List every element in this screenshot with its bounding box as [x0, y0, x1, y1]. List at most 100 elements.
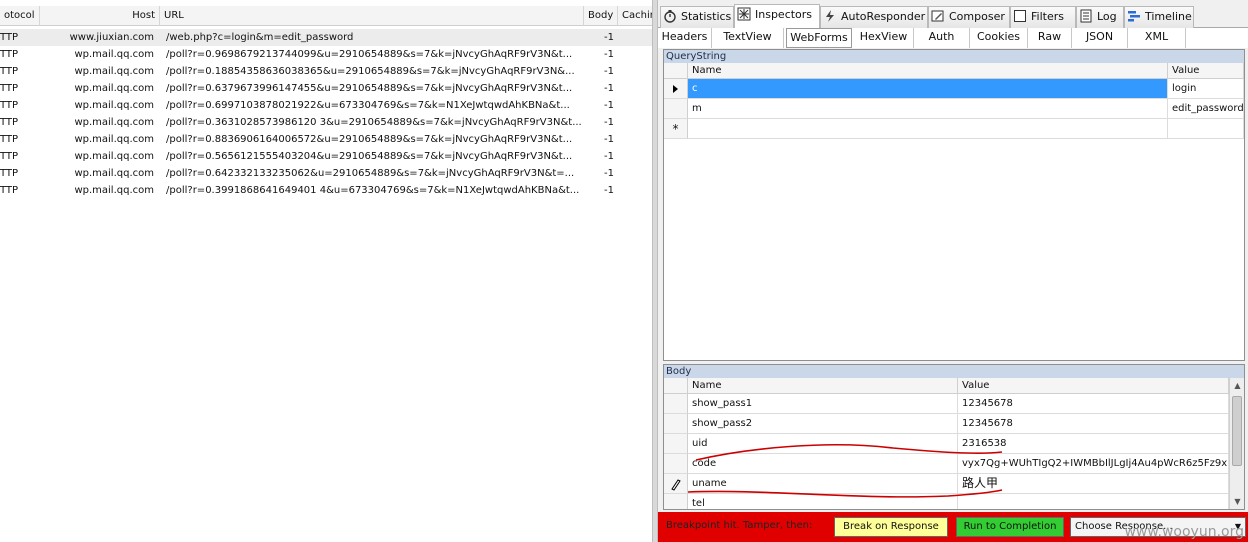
body-cell-name[interactable]: code [688, 454, 958, 474]
tab-autoresponder-label: AutoResponder [841, 10, 926, 23]
tab-timeline[interactable]: Timeline [1124, 6, 1194, 28]
body-row-header[interactable] [664, 454, 688, 474]
tab-autoresponder[interactable]: AutoResponder [820, 6, 928, 28]
body-row-header[interactable] [664, 414, 688, 434]
session-row[interactable]: TTP www.jiuxian.com/web.php?c=login&m=edi… [0, 29, 652, 46]
session-row[interactable]: TTP wp.mail.qq.com/poll?r=0.6997103878021… [0, 97, 652, 114]
body-cell-value[interactable]: vyx7Qg+WUhTIgQ2+IWMBbIlJLgIj4Au4pWcR6z5F… [958, 454, 1229, 474]
subtab-xml[interactable]: XML [1128, 28, 1186, 48]
col-host[interactable]: Host [40, 6, 160, 26]
session-row[interactable]: TTP wp.mail.qq.com/poll?r=0.5656121555403… [0, 148, 652, 165]
col-protocol[interactable]: otocol [0, 6, 40, 26]
col-url[interactable]: URL [160, 6, 584, 26]
session-row[interactable]: TTP wp.mail.qq.com/poll?r=0.6423321332350… [0, 165, 652, 182]
qs-row-header-current[interactable] [664, 79, 688, 99]
qs-cell-name[interactable]: m [688, 99, 1168, 119]
body-cell-value[interactable]: 路人甲 [958, 474, 1229, 494]
breakpoint-message: Breakpoint hit. Tamper, then: [666, 520, 813, 531]
scroll-thumb[interactable] [1232, 396, 1242, 466]
session-protocol: TTP [0, 134, 19, 145]
col-body[interactable]: Body [584, 6, 618, 26]
tab-inspectors[interactable]: Inspectors [734, 4, 820, 29]
tab-log[interactable]: Log [1076, 6, 1124, 28]
body-cell-name[interactable]: uid [688, 434, 958, 454]
session-host: wp.mail.qq.com [74, 168, 154, 179]
body-cell-name[interactable]: show_pass2 [688, 414, 958, 434]
qs-cell-name[interactable]: c [688, 79, 1168, 99]
pencil-icon [931, 10, 944, 22]
body-col-name[interactable]: Name [688, 378, 958, 394]
session-row[interactable]: TTP wp.mail.qq.com/poll?r=0.8836906164006… [0, 131, 652, 148]
body-cell-name[interactable]: show_pass1 [688, 394, 958, 414]
sub-tabs: Headers TextView WebForms HexView Auth C… [658, 28, 1248, 48]
subtab-webforms[interactable]: WebForms [786, 28, 852, 48]
body-cell-value[interactable]: 12345678 [958, 414, 1229, 434]
session-url: /poll?r=0.18854358636038365&u=2910654889… [166, 66, 575, 77]
tab-filters-label: Filters [1031, 10, 1064, 23]
break-on-response-button[interactable]: Break on Response [834, 517, 948, 537]
qs-cell-value[interactable]: login [1168, 79, 1244, 99]
qs-col-value[interactable]: Value [1168, 63, 1244, 79]
body-col-value[interactable]: Value [958, 378, 1229, 394]
session-url: /poll?r=0.3991868641649401 4&u=673304769… [166, 185, 580, 196]
session-row[interactable]: TTP wp.mail.qq.com/poll?r=0.3991868641649… [0, 182, 652, 199]
body-row-header-editing[interactable] [664, 474, 688, 494]
session-row[interactable]: TTP wp.mail.qq.com/poll?r=0.6379673996147… [0, 80, 652, 97]
subtab-hexview[interactable]: HexView [854, 28, 914, 48]
run-to-completion-button[interactable]: Run to Completion [956, 517, 1064, 537]
current-row-arrow-icon [673, 85, 678, 93]
session-url: /poll?r=0.6997103878021922&u=673304769&s… [166, 100, 570, 111]
body-cell-value[interactable]: 12345678 [958, 394, 1229, 414]
session-row[interactable]: TTP wp.mail.qq.com/poll?r=0.1885435863603… [0, 63, 652, 80]
tab-composer[interactable]: Composer [928, 6, 1010, 28]
col-caching[interactable]: Cachir [618, 6, 652, 26]
session-body: -1 [604, 151, 614, 162]
scroll-down-arrow-icon[interactable]: ▼ [1230, 494, 1245, 509]
watermark: www.wooyun.org [1124, 524, 1244, 540]
qs-new-cell-name[interactable] [688, 119, 1168, 139]
top-tabs: Statistics Inspectors AutoResponder Comp… [658, 4, 1248, 29]
timeline-icon [1128, 11, 1140, 22]
tab-filters[interactable]: Filters [1010, 6, 1076, 28]
scroll-up-arrow-icon[interactable]: ▲ [1230, 378, 1245, 393]
body-row-header[interactable] [664, 394, 688, 414]
body-title: Body [664, 365, 1244, 378]
body-cell-value[interactable] [958, 494, 1229, 509]
session-url: /poll?r=0.9698679213744099&u=2910654889&… [166, 49, 573, 60]
tab-statistics[interactable]: Statistics [660, 6, 734, 28]
session-protocol: TTP [0, 66, 19, 77]
body-cell-name[interactable]: uname [688, 474, 958, 494]
body-cell-value[interactable]: 2316538 [958, 434, 1229, 454]
qs-new-cell-value[interactable] [1168, 119, 1244, 139]
body-grid[interactable]: Name Value show_pass1 12345678 show_pass… [664, 378, 1229, 509]
body-panel: Body Name Value show_pass1 12345678 show… [663, 364, 1245, 510]
subtab-json[interactable]: JSON [1072, 28, 1128, 48]
subtab-cookies[interactable]: Cookies [970, 28, 1028, 48]
session-host: wp.mail.qq.com [74, 66, 154, 77]
session-body: -1 [604, 83, 614, 94]
subtab-textview[interactable]: TextView [712, 28, 784, 48]
subtab-headers[interactable]: Headers [658, 28, 712, 48]
body-scrollbar[interactable]: ▲ ▼ [1229, 378, 1244, 509]
qs-cell-value[interactable]: edit_password [1168, 99, 1244, 119]
session-row[interactable]: TTP wp.mail.qq.com/poll?r=0.3631028573986… [0, 114, 652, 131]
subtab-auth[interactable]: Auth [914, 28, 970, 48]
body-row-header[interactable] [664, 494, 688, 509]
session-url: /web.php?c=login&m=edit_password [166, 32, 354, 43]
qs-new-row-icon[interactable]: * [664, 119, 688, 139]
qs-corner [664, 63, 688, 79]
subtab-raw[interactable]: Raw [1028, 28, 1072, 48]
session-host: wp.mail.qq.com [74, 117, 154, 128]
session-url: /poll?r=0.8836906164006572&u=2910654889&… [166, 134, 573, 145]
body-row-header[interactable] [664, 434, 688, 454]
session-body: -1 [604, 185, 614, 196]
session-protocol: TTP [0, 83, 19, 94]
querystring-panel: QueryString Name Value c login m edit_pa… [663, 49, 1245, 361]
querystring-grid[interactable]: Name Value c login m edit_password * [664, 63, 1244, 360]
body-cell-name[interactable]: tel [688, 494, 958, 509]
qs-col-name[interactable]: Name [688, 63, 1168, 79]
session-url: /poll?r=0.642332133235062&u=2910654889&s… [166, 168, 575, 179]
session-row[interactable]: TTP wp.mail.qq.com/poll?r=0.9698679213744… [0, 46, 652, 63]
sessions-list[interactable]: otocol Host URL Body Cachir TTP www.jiuxi… [0, 0, 652, 542]
qs-row-header[interactable] [664, 99, 688, 119]
